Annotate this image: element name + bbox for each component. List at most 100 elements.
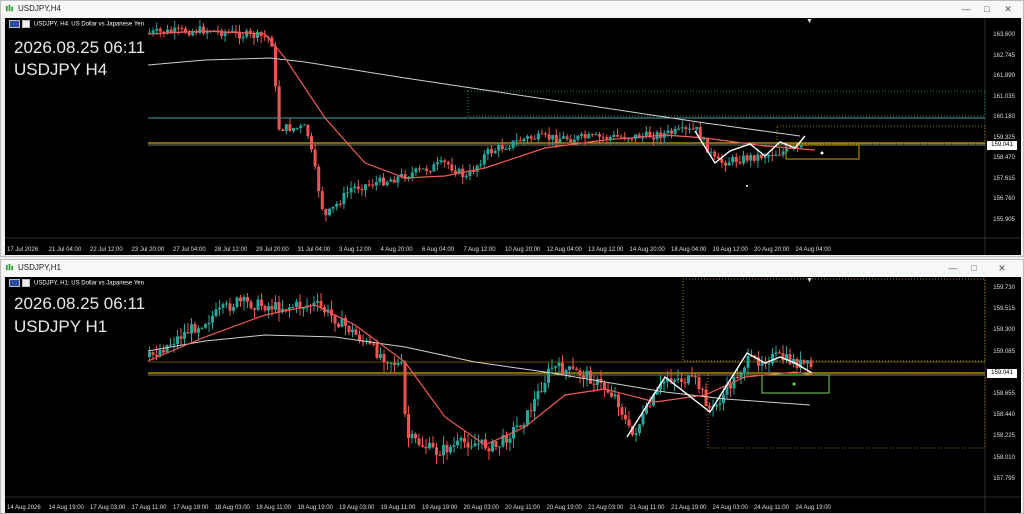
candle-body [596,378,599,385]
candle-body [232,306,235,311]
candle-body [662,381,666,384]
candle-body [302,124,306,126]
candle-body [346,192,349,194]
candle-body [417,438,421,446]
candle-body [400,362,403,364]
candle-body [202,26,205,34]
candle-body [172,343,176,345]
point-marker [820,151,824,155]
time-axis-label: 18 Aug 19:00 [297,505,333,511]
candle-body [267,306,270,311]
time-axis-label: 18 Aug 03:00 [214,505,250,511]
candle-body [739,373,743,379]
time-axis-label: 10 Aug 20:00 [505,247,541,253]
candle-body [536,133,540,140]
time-axis-label: 17 Jul 2026 [7,247,39,253]
candle-body [169,344,172,346]
maximize-icon[interactable]: □ [980,3,994,15]
candle-body [608,136,612,139]
time-axis-label: 21 Aug 11:00 [629,505,665,511]
candle-body [392,179,396,183]
candle-body [218,307,221,310]
price-chart-h4[interactable]: USDJPY, H4: US Dollar vs Japanese Yen 20… [5,18,1021,255]
candle-body [443,160,447,163]
candle-body [743,367,746,374]
candle-body [385,181,389,186]
window-title: USDJPY,H4 [18,4,61,13]
time-axis-label: 21 Aug 19:00 [671,505,707,511]
candle-body [734,156,738,163]
price-axis-label: 159.730 [993,285,1015,291]
candle-body [774,352,778,354]
time-axis-label: 31 Jul 04:00 [297,247,331,253]
time-axis-label: 4 Aug 20:00 [380,247,413,253]
candle-body [557,362,561,367]
price-chart-h1[interactable]: USDJPY, H1: US Dollar vs Japanese Yen 20… [5,277,1021,513]
candle-body [752,155,756,161]
time-axis-label: 17 Aug 11:00 [131,505,167,511]
candle-body [487,448,491,452]
candle-body [774,154,778,156]
candle-body [529,410,533,412]
time-axis-label: 19 Aug 12:00 [712,247,748,253]
candle-body [515,140,519,142]
window-titlebar[interactable]: USDJPY,H4 — □ ✕ [1,1,1023,18]
candle-body [616,134,619,137]
candle-body [626,138,630,140]
time-axis-label: 24 Aug 11:00 [754,505,789,511]
candle-body [718,403,722,405]
candle-body [248,30,252,33]
candle-body [475,165,479,172]
candle-body [389,362,393,364]
candle-body [515,425,519,428]
candle-body [594,134,598,136]
candle-body [802,359,806,364]
close-icon[interactable]: ✕ [1001,3,1015,15]
minimize-icon[interactable]: — [959,3,973,15]
time-axis-label: 13 Aug 12:00 [588,247,624,253]
candle-body [187,32,191,36]
candle-body [425,168,429,172]
candle-body [598,134,601,137]
candle-body [317,166,321,192]
close-icon[interactable]: ✕ [995,262,1009,274]
candle-body [234,30,238,32]
candle-body [760,362,764,366]
candle-body [529,136,533,139]
maximize-icon[interactable]: □ [967,262,981,274]
candle-body [349,188,353,193]
candle-body [486,149,490,155]
candle-body [407,414,410,439]
candle-body [249,301,253,309]
candle-body [536,391,540,400]
candle-body [756,154,760,161]
time-axis-label: 22 Jul 12:00 [90,247,123,253]
window-titlebar[interactable]: USDJPY,H1 — □ ✕ [1,260,1023,277]
candle-body [351,329,354,333]
candle-body [274,302,277,310]
candle-body [470,446,473,448]
price-axis-label: 158.655 [993,391,1015,397]
candle-body [207,322,211,325]
candle-body [638,424,641,434]
candle-body [382,354,386,363]
candle-body [256,31,259,38]
candle-body [241,36,245,39]
price-axis-label: 159.325 [993,134,1015,141]
candle-body [575,368,578,371]
candle-body [770,154,774,156]
candle-body [601,136,605,138]
candle-body [176,27,180,29]
price-axis-label: 159.300 [993,327,1015,334]
chart-window-h4[interactable]: USDJPY,H4 — □ ✕ USDJPY, H4: US Dollar vs… [0,0,1024,257]
candle-body [375,343,379,358]
candle-body [680,378,683,382]
candle-body [809,360,813,368]
candle-body [183,332,186,339]
price-axis-label: 159.515 [993,306,1015,313]
time-axis-label: 14 Aug 2026 [7,505,41,511]
candle-body [493,150,497,154]
time-axis-label: 21 Aug 03:00 [588,505,624,511]
chart-window-h1[interactable]: USDJPY,H1 — □ ✕ USDJPY, H1: US Dollar vs… [0,259,1024,514]
minimize-icon[interactable]: — [946,262,960,274]
